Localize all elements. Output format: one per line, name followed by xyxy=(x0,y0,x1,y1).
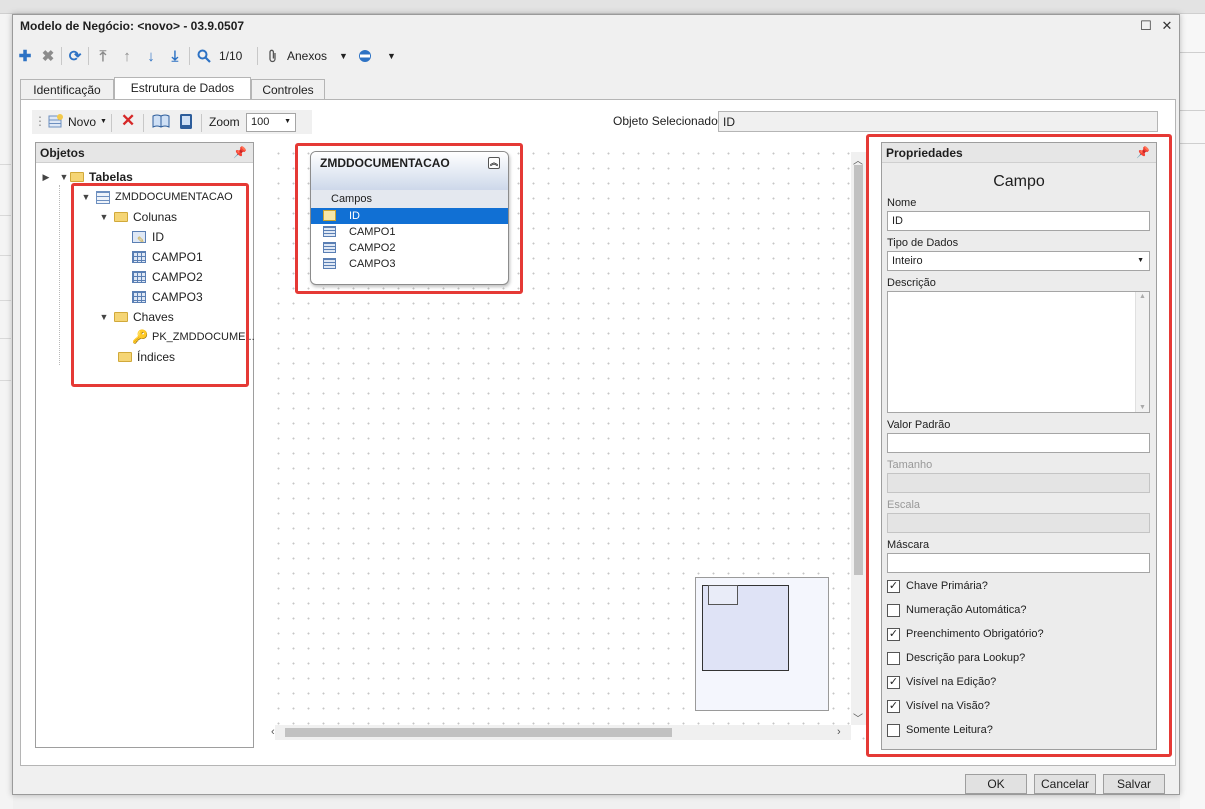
vertical-scroll-thumb[interactable] xyxy=(854,165,863,575)
zoom-select[interactable]: 100 ▼ xyxy=(246,113,296,132)
background-divider xyxy=(1180,110,1205,111)
highlight-box-properties xyxy=(866,134,1172,757)
close-button[interactable]: ✕ xyxy=(1158,17,1176,35)
tab-estrutura-de-dados[interactable]: Estrutura de Dados xyxy=(114,77,251,100)
background-divider xyxy=(0,255,11,256)
cancel-button[interactable]: Cancelar xyxy=(1034,774,1096,794)
selected-object-label: Objeto Selecionado: xyxy=(613,114,722,128)
save-button[interactable]: Salvar xyxy=(1103,774,1165,794)
toolbar-separator xyxy=(111,114,112,132)
dialog-title: Modelo de Negócio: <novo> - 03.9.0507 xyxy=(20,19,245,33)
add-icon[interactable]: ✚ xyxy=(15,45,35,67)
document-icon[interactable] xyxy=(179,113,193,133)
objects-panel-title: Objetos xyxy=(40,146,85,160)
novo-button[interactable]: Novo xyxy=(68,115,96,129)
toolbar-separator xyxy=(61,47,62,65)
refresh-icon[interactable]: ⟳ xyxy=(65,45,85,67)
scroll-down-icon[interactable]: ﹀ xyxy=(853,710,863,725)
highlight-box-entity xyxy=(295,143,523,294)
anexos-button[interactable]: Anexos xyxy=(287,49,327,63)
toolbar-separator xyxy=(88,47,89,65)
maximize-button[interactable]: ☐ xyxy=(1137,17,1155,35)
tab-identificacao[interactable]: Identificação xyxy=(20,79,114,100)
toolbar-separator xyxy=(143,114,144,132)
dialog-titlebar[interactable]: Modelo de Negócio: <novo> - 03.9.0507 ☐ … xyxy=(13,15,1179,39)
background-divider xyxy=(0,380,11,381)
new-table-icon[interactable] xyxy=(48,113,64,129)
horizontal-scroll-thumb[interactable] xyxy=(285,728,672,737)
chevron-down-icon: ▼ xyxy=(284,118,291,125)
tab-controles[interactable]: Controles xyxy=(251,79,325,100)
remove-icon[interactable]: ✕ xyxy=(121,111,135,131)
book-icon[interactable] xyxy=(152,114,170,131)
background-divider xyxy=(1180,52,1205,53)
zoom-value: 100 xyxy=(251,116,270,128)
objects-panel-header: Objetos 📌 xyxy=(36,143,253,163)
background-app-topbar xyxy=(0,0,1205,14)
background-divider xyxy=(0,338,11,339)
last-record-icon[interactable]: ⤓ xyxy=(165,45,185,67)
paperclip-icon[interactable] xyxy=(265,45,281,67)
background-app-right-strip xyxy=(1180,14,1205,809)
toolbar-separator xyxy=(189,47,190,65)
pin-icon[interactable]: 📌 xyxy=(233,146,247,159)
database-icon[interactable] xyxy=(356,45,374,67)
background-divider xyxy=(0,164,11,165)
previous-record-icon[interactable]: ↑ xyxy=(117,45,137,67)
database-dropdown-icon[interactable]: ▼ xyxy=(387,51,396,61)
ok-button[interactable]: OK xyxy=(965,774,1027,794)
novo-dropdown-icon[interactable]: ▼ xyxy=(100,118,107,125)
tree-guide-line xyxy=(59,185,60,365)
highlight-box-tree xyxy=(71,183,249,387)
scroll-right-icon[interactable]: › xyxy=(837,726,841,738)
background-divider xyxy=(0,300,11,301)
zoom-label: Zoom xyxy=(209,115,240,129)
next-record-icon[interactable]: ↓ xyxy=(141,45,161,67)
collapse-arrow-icon[interactable]: ▼ xyxy=(58,172,70,182)
anexos-dropdown-icon[interactable]: ▼ xyxy=(339,51,348,61)
minimap-entity xyxy=(708,585,738,605)
main-toolbar: ✚ ✖ ⟳ ⤒ ↑ ↓ ⤓ 1/10 Anexos ▼ ▼ xyxy=(13,41,1179,71)
folder-icon xyxy=(70,172,84,182)
background-divider xyxy=(0,215,11,216)
tree-label: Tabelas xyxy=(89,170,133,184)
search-icon[interactable] xyxy=(194,45,214,67)
delete-icon[interactable]: ✖ xyxy=(38,45,58,67)
first-record-icon[interactable]: ⤒ xyxy=(93,45,113,67)
scroll-left-icon[interactable]: ‹ xyxy=(271,726,275,738)
dialog-window: Modelo de Negócio: <novo> - 03.9.0507 ☐ … xyxy=(12,14,1180,795)
selected-object-field: ID xyxy=(718,111,1158,132)
background-divider xyxy=(1180,143,1205,144)
expand-arrow-icon[interactable]: ▶ xyxy=(40,172,52,183)
page-indicator: 1/10 xyxy=(219,49,243,63)
toolbar-grip: ⋮ xyxy=(34,114,46,128)
toolbar-separator xyxy=(257,47,258,65)
toolbar-separator xyxy=(201,114,202,132)
